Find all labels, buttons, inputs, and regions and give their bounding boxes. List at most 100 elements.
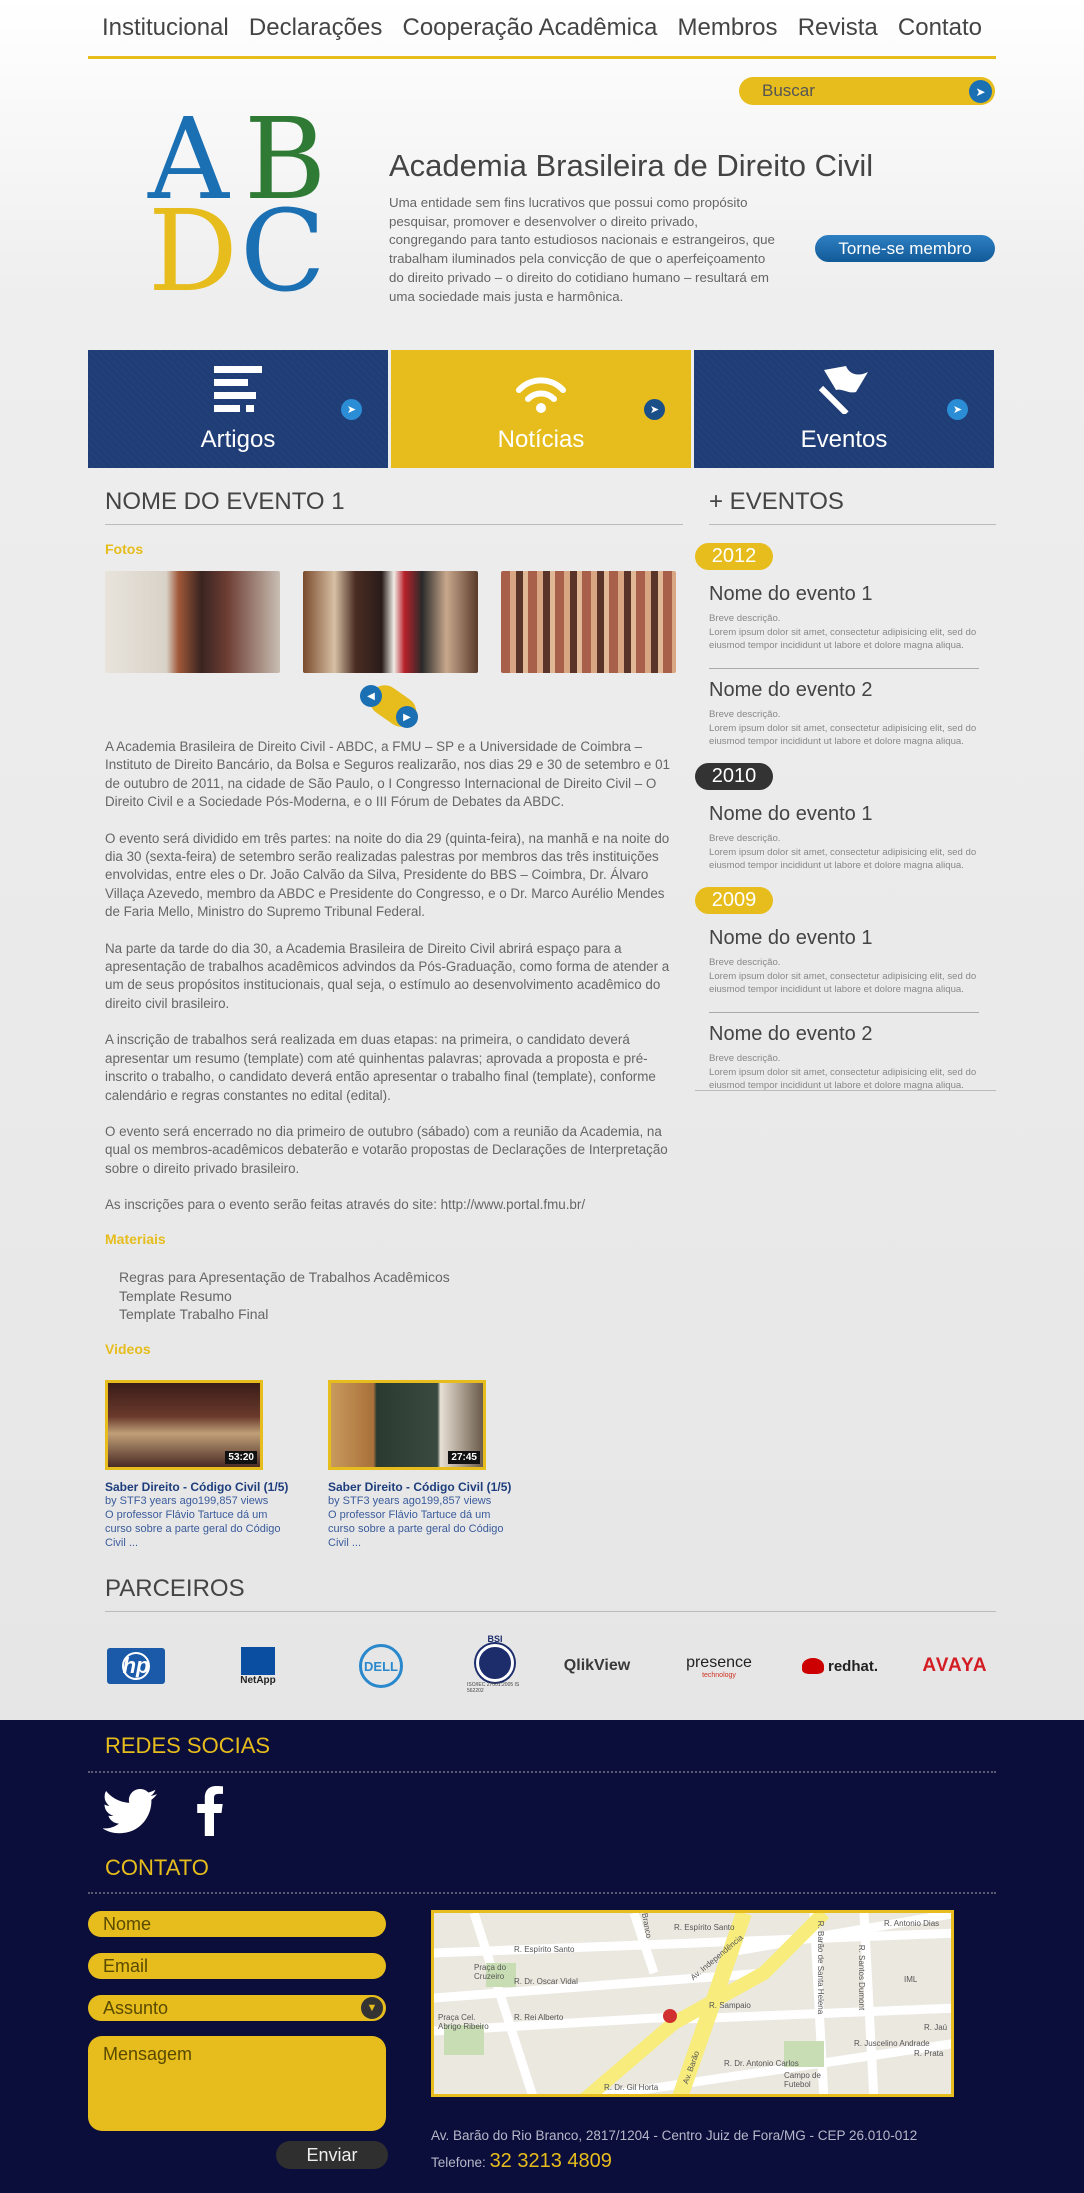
event-photo-2[interactable] (303, 571, 478, 673)
partners-title: PARCEIROS (105, 1575, 996, 1612)
event-desc-label: Breve descrição. (709, 957, 781, 968)
event-desc: Breve descrição. Lorem ipsum dolor sit am… (709, 832, 979, 873)
video-card[interactable]: 53:20 Saber Direito - Código Civil (1/5)… (105, 1380, 305, 1550)
sidebar-event[interactable]: Nome do evento 1 Breve descrição. Lorem i… (709, 803, 979, 873)
nav-contato[interactable]: Contato (898, 14, 982, 42)
tile-artigos[interactable]: Artigos ➤ (88, 350, 388, 468)
event-photo-1[interactable] (105, 571, 280, 673)
video-thumbnail[interactable]: 53:20 (105, 1380, 263, 1470)
paragraph: As inscrições para o evento serão feitas… (105, 1197, 586, 1213)
event-desc-label: Breve descrição. (709, 709, 781, 720)
arrow-right-icon: ➤ (644, 399, 665, 420)
event-name[interactable]: Nome do evento 2 (709, 679, 979, 702)
nav-membros[interactable]: Membros (678, 14, 778, 42)
event-name[interactable]: Nome do evento 1 (709, 583, 979, 606)
map-label: R. Barão de Santa Helena (816, 1920, 826, 2015)
nav-cooperacao[interactable]: Cooperação Acadêmica (403, 14, 658, 42)
event-title: NOME DO EVENTO 1 (105, 488, 683, 525)
name-field[interactable]: Nome (88, 1911, 386, 1937)
event-desc-label: Breve descrição. (709, 613, 781, 624)
event-desc: Breve descrição. Lorem ipsum dolor sit am… (709, 612, 979, 653)
prev-arrow-icon[interactable]: ◀ (360, 685, 382, 707)
tile-noticias[interactable]: Notícias ➤ (391, 350, 691, 468)
address-text: Av. Barão do Rio Branco, 2817/1204 - Cen… (431, 2128, 918, 2143)
year-badge[interactable]: 2012 (695, 543, 773, 570)
next-arrow-icon[interactable]: ▶ (396, 706, 418, 728)
bsi-logo[interactable]: BSI ISO/IEC 27001:2005 IS 562202 (467, 1634, 523, 1694)
material-link[interactable]: Template Trabalho Final (119, 1305, 450, 1324)
send-button[interactable]: Enviar (276, 2141, 388, 2169)
map-label: R. Espírito Santo (674, 1923, 735, 1932)
search-placeholder: Buscar (762, 81, 815, 100)
event-name[interactable]: Nome do evento 2 (709, 1023, 979, 1046)
event-desc-label: Breve descrição. (709, 833, 781, 844)
search-input[interactable]: Buscar ➤ (739, 77, 995, 105)
tile-eventos[interactable]: Eventos ➤ (694, 350, 994, 468)
video-thumbnail[interactable]: 27:45 (328, 1380, 486, 1470)
map-label: R. Sampaio (709, 2001, 751, 2010)
subject-select[interactable]: Assunto ▼ (88, 1995, 386, 2021)
video-desc: O professor Flávio Tartuce dá um curso s… (328, 1509, 504, 1549)
paragraph: Na parte da tarde do dia 30, a Academia … (105, 940, 670, 1011)
event-desc-text: Lorem ipsum dolor sit amet, consectetur … (709, 626, 977, 652)
twitter-icon[interactable] (103, 1788, 159, 1834)
event-photo-3[interactable] (501, 571, 676, 673)
netapp-logo[interactable]: NetApp (233, 1642, 283, 1690)
event-desc: Breve descrição. Lorem ipsum dolor sit am… (709, 956, 979, 997)
partners-logos: hp NetApp DELL BSI ISO/IEC 27001:2005 IS… (105, 1634, 995, 1720)
facebook-icon[interactable] (196, 1786, 224, 1836)
presence-logo[interactable]: presence technology (677, 1648, 761, 1684)
search-go-icon[interactable]: ➤ (969, 80, 992, 103)
become-member-button[interactable]: Torne-se membro (815, 235, 995, 262)
hp-logo[interactable]: hp (107, 1648, 165, 1684)
event-desc: Breve descrição. Lorem ipsum dolor sit am… (709, 1052, 979, 1093)
material-link[interactable]: Regras para Apresentação de Trabalhos Ac… (119, 1268, 450, 1287)
video-title[interactable]: Saber Direito - Código Civil (1/5) (105, 1480, 305, 1494)
photos-label: Fotos (105, 541, 144, 557)
nav-institucional[interactable]: Institucional (102, 14, 229, 42)
arrow-right-icon: ➤ (947, 399, 968, 420)
event-desc-text: Lorem ipsum dolor sit amet, consectetur … (709, 970, 977, 996)
redhat-mark (801, 1658, 824, 1674)
abdc-logo[interactable]: A B D C (148, 104, 338, 308)
year-badge[interactable]: 2009 (695, 887, 773, 914)
dell-logo[interactable]: DELL (359, 1644, 403, 1688)
phone-number[interactable]: 32 3213 4809 (490, 2150, 612, 2172)
contact-title: CONTATO (105, 1855, 209, 1880)
event-desc-text: Lorem ipsum dolor sit amet, consectetur … (709, 722, 977, 748)
qlikview-logo[interactable]: QlikView (557, 1654, 637, 1678)
list-icon (214, 366, 262, 412)
video-title[interactable]: Saber Direito - Código Civil (1/5) (328, 1480, 528, 1494)
rss-icon (516, 377, 566, 413)
year-badge[interactable]: 2010 (695, 763, 773, 790)
map-label: R. Juscelino Andrade (854, 2039, 930, 2048)
map-label: R. Espírito Santo (514, 1945, 575, 1954)
map-label: R. Jaú (924, 2023, 948, 2032)
sidebar-event[interactable]: Nome do evento 2 Breve descrição. Lorem i… (709, 1023, 979, 1093)
map-label: R. Dr. Gil Horta (604, 2083, 659, 2092)
sidebar-event[interactable]: Nome do evento 1 Breve descrição. Lorem i… (709, 927, 979, 1013)
sidebar-event[interactable]: Nome do evento 1 Breve descrição. Lorem i… (709, 583, 979, 669)
org-title: Academia Brasileira de Direito Civil (389, 148, 874, 183)
bsi-mark (476, 1644, 514, 1682)
event-name[interactable]: Nome do evento 1 (709, 803, 979, 826)
flag-icon (818, 366, 868, 414)
email-field[interactable]: Email (88, 1953, 386, 1979)
nav-declaracoes[interactable]: Declarações (249, 14, 382, 42)
nav-revista[interactable]: Revista (798, 14, 878, 42)
chevron-down-icon: ▼ (361, 1997, 383, 2019)
message-field[interactable]: Mensagem (88, 2036, 386, 2131)
avaya-logo[interactable]: AVAYA (917, 1652, 993, 1680)
map-label: R. Antonio Dias (884, 1919, 940, 1928)
location-map[interactable]: R. Espírito Santo Av. Independência R. D… (431, 1910, 954, 2097)
logo-letter-d: D (148, 187, 238, 317)
event-name[interactable]: Nome do evento 1 (709, 927, 979, 950)
divider (88, 1771, 996, 1773)
phone-label: Telefone: (431, 2155, 486, 2170)
org-description: Uma entidade sem fins lucrativos que pos… (389, 195, 775, 304)
map-label: R. Prata (914, 2049, 944, 2058)
video-card[interactable]: 27:45 Saber Direito - Código Civil (1/5)… (328, 1380, 528, 1550)
sidebar-event[interactable]: Nome do evento 2 Breve descrição. Lorem i… (709, 679, 979, 749)
redhat-logo[interactable]: redhat. (795, 1652, 885, 1680)
material-link[interactable]: Template Resumo (119, 1287, 450, 1306)
